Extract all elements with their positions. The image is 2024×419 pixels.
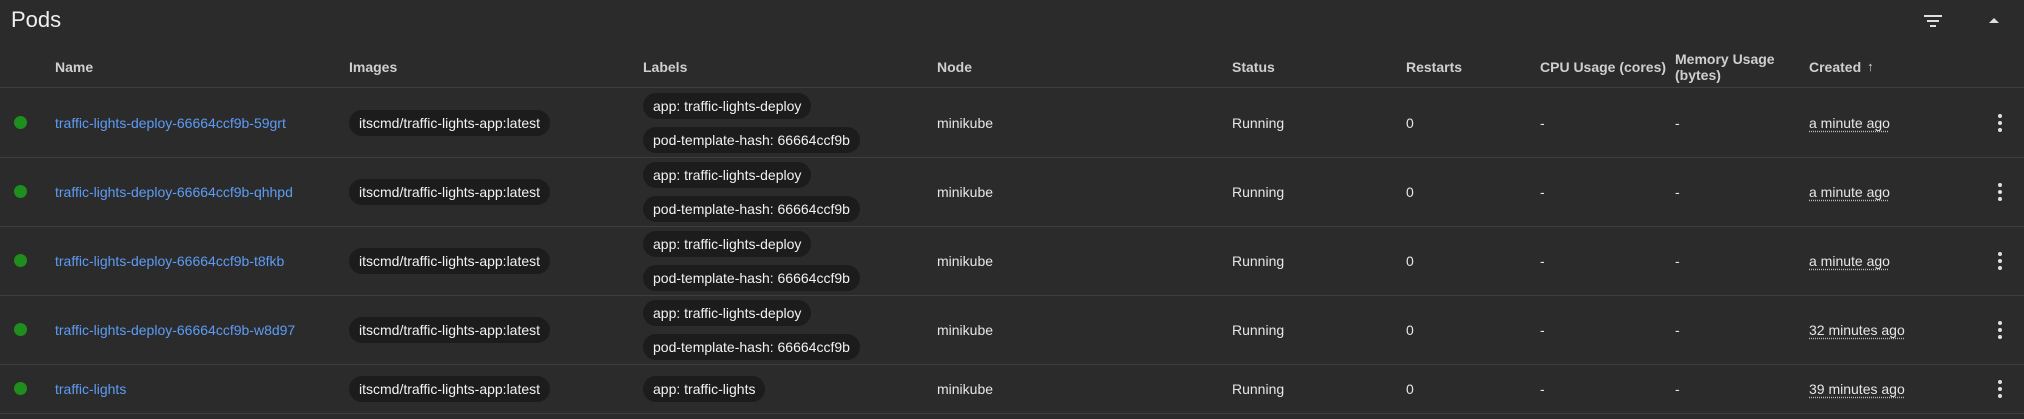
created-value: 39 minutes ago bbox=[1809, 380, 1905, 397]
pod-name-link[interactable]: traffic-lights bbox=[55, 381, 126, 397]
column-header-node[interactable]: Node bbox=[937, 46, 972, 87]
panel-title: Pods bbox=[11, 7, 62, 32]
memory-value: - bbox=[1675, 183, 1680, 200]
more-actions-icon[interactable] bbox=[1988, 111, 2012, 135]
image-chip: itscmd/traffic-lights-app:latest bbox=[349, 316, 551, 343]
status-value: Running bbox=[1232, 114, 1285, 131]
status-value: Running bbox=[1232, 252, 1285, 269]
node-value: minikube bbox=[937, 380, 994, 397]
label-chip: app: traffic-lights-deploy bbox=[643, 161, 812, 188]
status-indicator bbox=[14, 88, 27, 157]
column-header-restarts[interactable]: Restarts bbox=[1406, 46, 1462, 87]
label-chip: pod-template-hash: 66664ccf9b bbox=[643, 264, 860, 291]
labels-cell: app: traffic-lights-deploy pod-template-… bbox=[643, 157, 860, 226]
memory-value: - bbox=[1675, 252, 1680, 269]
column-header-memory-line2: (bytes) bbox=[1675, 66, 1721, 83]
created-value: a minute ago bbox=[1809, 114, 1890, 131]
column-header-cpu[interactable]: CPU Usage (cores) bbox=[1540, 46, 1666, 87]
table-row[interactable]: traffic-lights itscmd/traffic-lights-app… bbox=[0, 364, 2024, 414]
status-indicator bbox=[14, 226, 27, 295]
table-header: Name Images Labels Node Status Restarts … bbox=[0, 46, 2024, 88]
column-header-name[interactable]: Name bbox=[55, 46, 93, 87]
status-value: Running bbox=[1232, 183, 1285, 200]
table-row[interactable]: traffic-lights-deploy-66664ccf9b-59grt i… bbox=[0, 88, 2024, 158]
running-status-dot bbox=[14, 323, 27, 336]
more-actions-icon[interactable] bbox=[1988, 377, 2012, 401]
label-chip: pod-template-hash: 66664ccf9b bbox=[643, 195, 860, 222]
node-value: minikube bbox=[937, 252, 994, 269]
table-row[interactable]: traffic-lights-deploy-66664ccf9b-qhhpd i… bbox=[0, 157, 2024, 227]
label-chip: app: traffic-lights bbox=[643, 375, 766, 402]
column-header-created[interactable]: Created ↑ bbox=[1809, 46, 1874, 87]
pod-name-link[interactable]: traffic-lights-deploy-66664ccf9b-t8fkb bbox=[55, 253, 284, 269]
cpu-value: - bbox=[1540, 380, 1545, 397]
sort-ascending-icon: ↑ bbox=[1867, 58, 1874, 74]
running-status-dot bbox=[14, 254, 27, 267]
running-status-dot bbox=[14, 382, 27, 395]
restarts-value: 0 bbox=[1406, 252, 1414, 269]
labels-cell: app: traffic-lights-deploy pod-template-… bbox=[643, 226, 860, 295]
status-value: Running bbox=[1232, 321, 1285, 338]
restarts-value: 0 bbox=[1406, 114, 1414, 131]
pod-name-link[interactable]: traffic-lights-deploy-66664ccf9b-59grt bbox=[55, 115, 286, 131]
created-value: 32 minutes ago bbox=[1809, 321, 1905, 338]
image-chip: itscmd/traffic-lights-app:latest bbox=[349, 178, 551, 205]
cpu-value: - bbox=[1540, 183, 1545, 200]
memory-value: - bbox=[1675, 380, 1680, 397]
node-value: minikube bbox=[937, 114, 994, 131]
status-value: Running bbox=[1232, 380, 1285, 397]
created-value: a minute ago bbox=[1809, 183, 1890, 200]
memory-value: - bbox=[1675, 321, 1680, 338]
collapse-icon[interactable] bbox=[1982, 10, 2006, 32]
table-row[interactable]: traffic-lights-deploy-66664ccf9b-t8fkb i… bbox=[0, 226, 2024, 296]
label-chip: pod-template-hash: 66664ccf9b bbox=[643, 333, 860, 360]
more-actions-icon[interactable] bbox=[1988, 318, 2012, 342]
label-chip: app: traffic-lights-deploy bbox=[643, 92, 812, 119]
column-header-images[interactable]: Images bbox=[349, 46, 397, 87]
labels-cell: app: traffic-lights-deploy pod-template-… bbox=[643, 295, 860, 364]
running-status-dot bbox=[14, 185, 27, 198]
status-indicator bbox=[14, 157, 27, 226]
cpu-value: - bbox=[1540, 321, 1545, 338]
node-value: minikube bbox=[937, 321, 994, 338]
created-value: a minute ago bbox=[1809, 252, 1890, 269]
cpu-value: - bbox=[1540, 114, 1545, 131]
node-value: minikube bbox=[937, 183, 994, 200]
pod-name-link[interactable]: traffic-lights-deploy-66664ccf9b-w8d97 bbox=[55, 322, 295, 338]
memory-value: - bbox=[1675, 114, 1680, 131]
labels-cell: app: traffic-lights bbox=[643, 364, 766, 413]
column-header-created-label: Created bbox=[1809, 58, 1862, 75]
label-chip: pod-template-hash: 66664ccf9b bbox=[643, 126, 860, 153]
panel-header: Pods bbox=[0, 0, 2024, 40]
more-actions-icon[interactable] bbox=[1988, 180, 2012, 204]
label-chip: app: traffic-lights-deploy bbox=[643, 299, 812, 326]
column-header-memory[interactable]: Memory Usage (bytes) bbox=[1675, 46, 1775, 87]
label-chip: app: traffic-lights-deploy bbox=[643, 230, 812, 257]
column-header-labels[interactable]: Labels bbox=[643, 46, 687, 87]
column-header-status[interactable]: Status bbox=[1232, 46, 1275, 87]
filter-icon[interactable] bbox=[1921, 10, 1945, 32]
more-actions-icon[interactable] bbox=[1988, 249, 2012, 273]
restarts-value: 0 bbox=[1406, 321, 1414, 338]
image-chip: itscmd/traffic-lights-app:latest bbox=[349, 247, 551, 274]
status-indicator bbox=[14, 295, 27, 364]
labels-cell: app: traffic-lights-deploy pod-template-… bbox=[643, 88, 860, 157]
pod-name-link[interactable]: traffic-lights-deploy-66664ccf9b-qhhpd bbox=[55, 184, 293, 200]
table-row[interactable]: traffic-lights-deploy-66664ccf9b-w8d97 i… bbox=[0, 295, 2024, 365]
status-indicator bbox=[14, 364, 27, 413]
image-chip: itscmd/traffic-lights-app:latest bbox=[349, 109, 551, 136]
column-header-memory-line1: Memory Usage bbox=[1675, 50, 1775, 67]
restarts-value: 0 bbox=[1406, 183, 1414, 200]
running-status-dot bbox=[14, 116, 27, 129]
image-chip: itscmd/traffic-lights-app:latest bbox=[349, 375, 551, 402]
restarts-value: 0 bbox=[1406, 380, 1414, 397]
cpu-value: - bbox=[1540, 252, 1545, 269]
